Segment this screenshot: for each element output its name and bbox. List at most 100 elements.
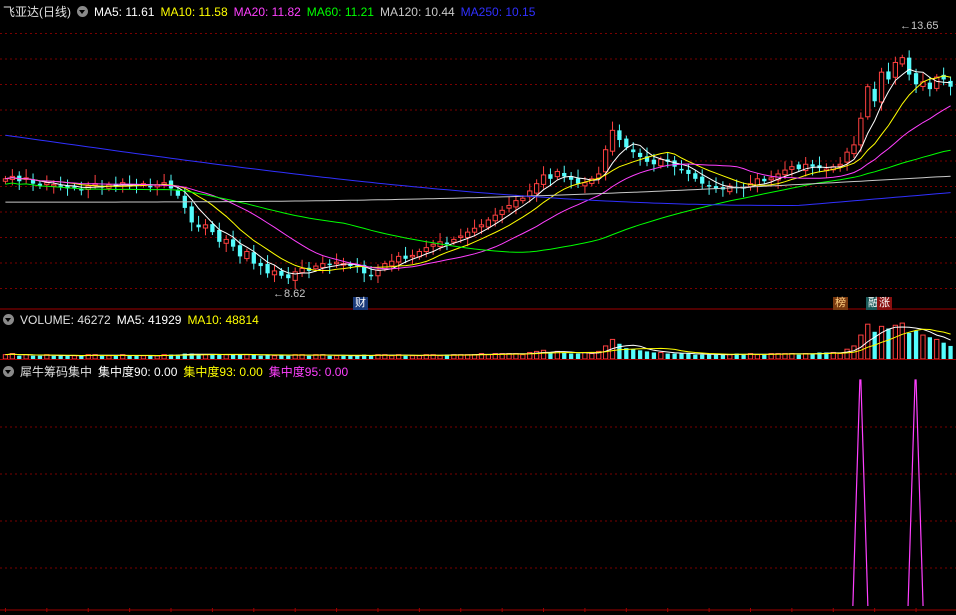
candle-down [617,130,622,141]
volume-bar-down [693,354,698,359]
volume-bar-down [686,353,691,359]
candle-down [175,189,181,196]
candle-down [706,185,712,187]
candle-down [762,178,767,182]
indicator-name[interactable]: 犀牛筹码集中 [20,365,92,379]
candle-up [768,177,774,181]
event-tag-zhang[interactable]: 涨 [877,297,892,310]
volume-bar-down [941,342,946,359]
volume-bar-down [762,354,767,359]
candle-up [540,174,547,185]
volume-bar-up [2,354,9,360]
volume-bar-down [348,355,353,359]
volume-bar-up [837,353,843,360]
price-chart[interactable] [0,0,956,310]
volume-bar-down [148,355,153,359]
candle-up [499,209,505,215]
candle-up [458,235,464,239]
volume-label: VOLUME: 46272 [20,313,111,327]
candle-up [754,178,761,186]
stock-name[interactable]: 飞亚达(日线) [3,5,71,19]
candle-up [582,182,588,187]
volume-bar-down [665,353,670,359]
ma10-line [5,75,951,271]
candle-up [409,254,416,258]
volume-bar-down [568,353,574,359]
volume-bar-down [796,354,801,359]
candle-down [686,169,691,174]
volume-bar-up [333,355,340,360]
ma250-label: MA250: 10.15 [460,5,536,19]
candle-down [631,149,636,153]
volume-bar-down [886,328,891,359]
ma60-label: MA60: 11.21 [306,5,374,19]
candle-up [299,267,305,274]
chevron-down-icon[interactable] [77,6,88,17]
volume-bar-down [720,354,726,359]
candle-up [878,71,885,103]
volume-bar-down [17,355,22,359]
candle-down [562,172,567,177]
volume-bar-up [154,355,160,360]
volume-bar-down [341,355,346,359]
ma20-label: MA20: 11.82 [233,5,301,19]
chevron-down-icon[interactable] [3,366,14,377]
candle-up [202,224,209,229]
volume-bar-down [65,355,70,359]
volume-bar-down [637,350,643,359]
volume-bar-down [306,355,312,359]
volume-bar-down [230,354,236,359]
chip-spike [907,379,924,607]
volume-bar-down [368,355,374,359]
candle-up [44,182,50,186]
candle-up [223,238,229,244]
volume-bar-up [485,354,491,360]
ma20-line [5,105,951,270]
candle-down [796,164,801,170]
candle-down [948,80,953,87]
volume-ma10-line [5,328,951,357]
low-annotation: ←8.62 [273,288,306,300]
volume-bar-up [540,349,547,360]
candle-up [313,265,319,270]
volume-bar-down [644,351,650,359]
volume-bar-down [251,354,256,359]
candle-up [451,238,457,243]
volume-bar-up [520,354,526,360]
low-value: 8.62 [284,288,306,300]
candle-up [333,261,340,265]
volume-bar-down [617,343,622,359]
candle-up [292,271,298,281]
volume-bar-down [30,355,36,359]
chevron-down-icon[interactable] [3,314,14,325]
volume-bar-up [934,338,940,360]
candle-up [513,200,519,208]
candle-down [327,263,332,266]
volume-bar-up [140,355,147,360]
candle-up [892,61,899,78]
candle-down [230,239,236,247]
candle-down [148,185,153,188]
candle-up [430,243,436,247]
c95-label: 集中度95: 0.00 [268,365,349,379]
candle-down [251,252,256,264]
volume-bar-down [327,355,332,359]
candle-up [478,224,485,228]
c90-label: 集中度90: 0.00 [98,365,178,379]
volume-bar-down [706,354,712,359]
ma5-line [5,68,951,275]
chip-chart[interactable] [0,360,956,615]
candle-down [265,263,270,274]
candle-down [907,57,912,75]
candle-up [789,166,795,170]
candle-down [913,73,919,85]
candle-up [271,270,278,276]
candle-up [506,204,512,209]
event-tag-cai[interactable]: 财 [353,297,368,310]
volume-bar-up [844,348,850,360]
ma250-line [5,134,951,206]
volume-bar-down [134,355,139,359]
volume-bar-up [71,355,78,360]
candle-down [624,138,629,148]
event-tag-bang[interactable]: 榜 [833,297,848,310]
